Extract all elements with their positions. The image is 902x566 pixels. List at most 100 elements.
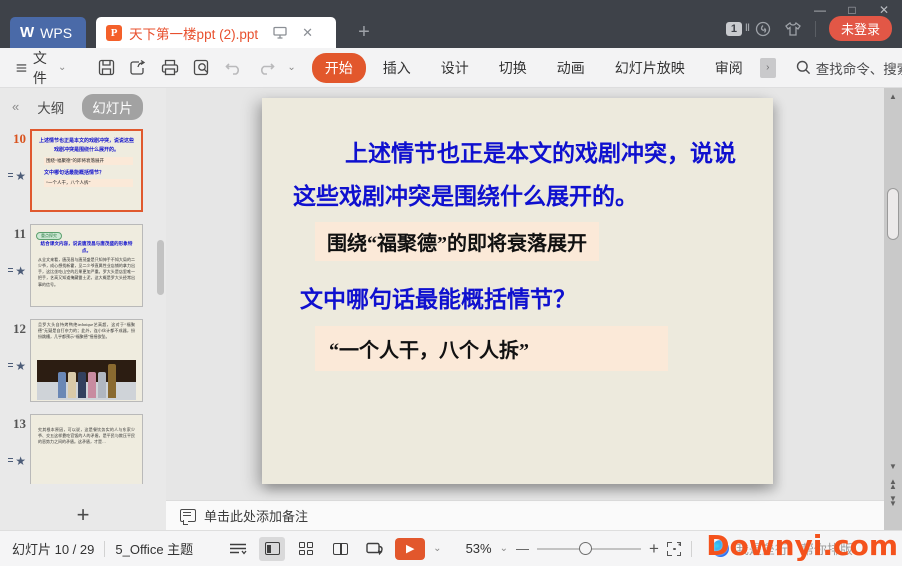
collapse-panel-icon[interactable]: « — [12, 99, 19, 114]
scroll-up-icon[interactable]: ▲ — [889, 88, 897, 106]
theme-name[interactable]: 5_Office 主题 — [115, 539, 193, 558]
thumbnail-list: 10 ★ 上述情节也正是本文的戏剧冲突，说说这些戏剧冲突是围绕什么展开的。 围绕… — [0, 125, 166, 500]
animation-star-icon: ★ — [15, 454, 26, 468]
tab-animation[interactable]: 动画 — [544, 53, 598, 83]
next-slide-button[interactable]: ▼▼ — [889, 496, 897, 506]
notes-bar[interactable]: 单击此处添加备注 — [166, 500, 884, 530]
slide-highlight-answer2[interactable]: “一个人干，八个人拆” — [315, 326, 668, 371]
present-mode-icon[interactable] — [273, 26, 287, 39]
zoom-out-button[interactable]: — — [516, 541, 529, 556]
slide-thumb-10[interactable]: 10 ★ 上述情节也正是本文的戏剧冲突，说说这些戏剧冲突是围绕什么展开的。 围绕… — [0, 129, 166, 212]
panel-scrollbar-thumb[interactable] — [157, 240, 164, 295]
new-slide-button[interactable]: + — [0, 500, 166, 530]
status-separator — [104, 541, 105, 557]
mini-photo — [37, 360, 136, 400]
redo-button[interactable] — [251, 57, 281, 78]
export-button[interactable] — [123, 56, 153, 79]
document-title: 天下第一楼ppt (2).ppt — [129, 23, 258, 43]
vertical-scrollbar[interactable]: ▲ ▼ ▲▲ ▼▼ — [884, 88, 902, 530]
animation-star-icon: ★ — [15, 169, 26, 183]
ribbon-tabs: 开始 插入 设计 切换 动画 幻灯片放映 审阅 › — [312, 53, 776, 83]
zoom-dropdown-icon[interactable]: ⌄ — [500, 543, 508, 554]
wps-logo-icon: W — [20, 24, 33, 41]
slide-sorter-view-button[interactable] — [293, 537, 319, 561]
wps-label: WPS — [40, 25, 72, 41]
slide-number: 12 — [13, 321, 26, 337]
titlebar: — □ ✕ W WPS P 天下第一楼ppt (2).ppt ✕ + 1 — [0, 0, 902, 48]
tab-review[interactable]: 审阅 — [702, 53, 756, 83]
animation-star-icon: ★ — [15, 264, 26, 278]
thumbnail[interactable]: 重点探究 结合课文内容，说说唐茂昌与唐茂盛的形象特点。 从全文来看，唐茂昌与唐茂… — [30, 224, 143, 307]
slide-thumb-13[interactable]: 13 ★ 究其根本原因，可以说，这是餐饮务实的人与东家少爷、交五这样靠吃官饭的人… — [0, 414, 166, 484]
view-switcher: ▶ ⌄ — [225, 537, 441, 561]
skin-theme-icon[interactable] — [784, 21, 802, 37]
quick-access-dropdown-icon[interactable]: ⌄ — [287, 62, 295, 73]
zoom-in-button[interactable]: + — [649, 539, 659, 559]
file-menu[interactable]: 文件 ⌄ — [10, 48, 72, 88]
search-label: 查找命令、搜索模板 — [816, 58, 902, 78]
slide-thumb-12[interactable]: 12 ★ 且罗大头自恃烤鸭绝technique艺高超，这对于“福聚德”无疑是自打… — [0, 319, 166, 402]
wps-home-tab[interactable]: W WPS — [10, 17, 86, 48]
notes-icon — [180, 509, 196, 522]
thumb-gutter: 12 ★ — [0, 319, 30, 402]
tab-insert[interactable]: 插入 — [370, 53, 424, 83]
close-tab-icon[interactable]: ✕ — [302, 25, 313, 41]
save-button[interactable] — [92, 56, 121, 79]
play-options-icon[interactable]: ⌄ — [433, 543, 441, 554]
scrollbar-thumb[interactable] — [887, 188, 899, 240]
previous-slide-button[interactable]: ▲▲ — [889, 479, 897, 489]
mini-body: 从全文来看，唐茂昌与唐茂盛是只知伸手不知大局的二少爷，成心想找新霍，见二少爷直属… — [31, 255, 142, 288]
slide-question[interactable]: 文中哪句话最能概括情节？ — [300, 280, 576, 314]
new-tab-button[interactable]: + — [352, 21, 376, 48]
slide-canvas: 上述情节也正是本文的戏剧冲突，说说这些戏剧冲突是围绕什么展开的。 围绕“福聚德”… — [166, 88, 884, 500]
thumbnail-selected[interactable]: 上述情节也正是本文的戏剧冲突，说说这些戏剧冲突是围绕什么展开的。 围绕“福聚德”… — [30, 129, 143, 212]
zoom-controls: 53% ⌄ — + — [466, 539, 681, 559]
tab-row: W WPS P 天下第一楼ppt (2).ppt ✕ + — [10, 17, 376, 48]
print-preview-button[interactable] — [187, 56, 217, 79]
tab-slideshow[interactable]: 幻灯片放映 — [602, 53, 698, 83]
scroll-down-icon[interactable]: ▼ — [889, 462, 897, 472]
slide-editor[interactable]: 上述情节也正是本文的戏剧冲突，说说这些戏剧冲突是围绕什么展开的。 围绕“福聚德”… — [262, 98, 773, 484]
zoom-slider-knob[interactable] — [579, 542, 592, 555]
slide-panel: « 大纲 幻灯片 10 ★ 上述情节也正是本文的戏剧冲突，说说这些戏剧冲突是围绕… — [0, 88, 166, 530]
print-button[interactable] — [155, 56, 185, 79]
fit-to-window-button[interactable] — [667, 542, 681, 556]
animation-star-icon: ★ — [15, 359, 26, 373]
ribbon-bar: 文件 ⌄ ⌄ 开始 插入 设计 切换 动画 幻灯片放映 审阅 — [0, 48, 902, 88]
activity-icon[interactable] — [755, 21, 771, 37]
command-search[interactable]: 查找命令、搜索模板 — [796, 58, 902, 78]
slide-thumb-11[interactable]: 11 ★ 重点探究 结合课文内容，说说唐茂昌与唐茂盛的形象特点。 从全文来看，唐… — [0, 224, 166, 307]
tab-home[interactable]: 开始 — [312, 53, 366, 83]
normal-view-button[interactable] — [259, 537, 285, 561]
reading-view-button[interactable] — [327, 537, 353, 561]
slide-number: 13 — [13, 416, 26, 432]
document-tab[interactable]: P 天下第一楼ppt (2).ppt ✕ — [96, 17, 336, 48]
main-column: 上述情节也正是本文的戏剧冲突，说说这些戏剧冲突是围绕什么展开的。 围绕“福聚德”… — [166, 88, 884, 530]
notes-toggle-button[interactable] — [225, 537, 251, 561]
window-count-badge[interactable]: 1 — [726, 22, 742, 36]
titlebar-right-icons: 1 未登录 — [726, 16, 892, 41]
login-button[interactable]: 未登录 — [829, 16, 892, 41]
status-separator — [691, 541, 692, 557]
slide-counter: 幻灯片 10 / 29 — [12, 539, 94, 558]
zoom-slider[interactable] — [537, 548, 641, 550]
tab-outline[interactable]: 大纲 — [37, 97, 64, 117]
thumb-gutter: 10 ★ — [0, 129, 30, 212]
ppt-file-icon: P — [106, 25, 122, 41]
mini-heading: 上述情节也正是本文的戏剧冲突，说说这些戏剧冲突是围绕什么展开的。 — [32, 131, 141, 154]
slide-heading[interactable]: 上述情节也正是本文的戏剧冲突，说说这些戏剧冲突是围绕什么展开的。 — [293, 132, 745, 217]
mini-body: 究其根本原因，可以说，这是餐饮务实的人与东家少爷、交五这样靠吃官饭的人的矛盾，是… — [31, 415, 142, 446]
slide-number: 10 — [13, 131, 26, 147]
tab-slides[interactable]: 幻灯片 — [82, 94, 143, 120]
tab-design[interactable]: 设计 — [428, 53, 482, 83]
thumbnail[interactable]: 究其根本原因，可以说，这是餐饮务实的人与东家少爷、交五这样靠吃官饭的人的矛盾，是… — [30, 414, 143, 484]
slideshow-setup-button[interactable] — [361, 537, 387, 561]
tab-transition[interactable]: 切换 — [486, 53, 540, 83]
undo-button[interactable] — [219, 57, 249, 78]
slide-highlight-answer1[interactable]: 围绕“福聚德”的即将衰落展开 — [315, 222, 599, 261]
thumbnail[interactable]: 且罗大头自恃烤鸭绝technique艺高超，这对于“福聚德”无疑是自打杂力的；此… — [30, 319, 143, 402]
play-slideshow-button[interactable]: ▶ — [395, 538, 425, 560]
more-tabs-button[interactable]: › — [760, 58, 776, 78]
zoom-level[interactable]: 53% — [466, 541, 492, 556]
chevron-down-icon: ⌄ — [58, 62, 66, 73]
